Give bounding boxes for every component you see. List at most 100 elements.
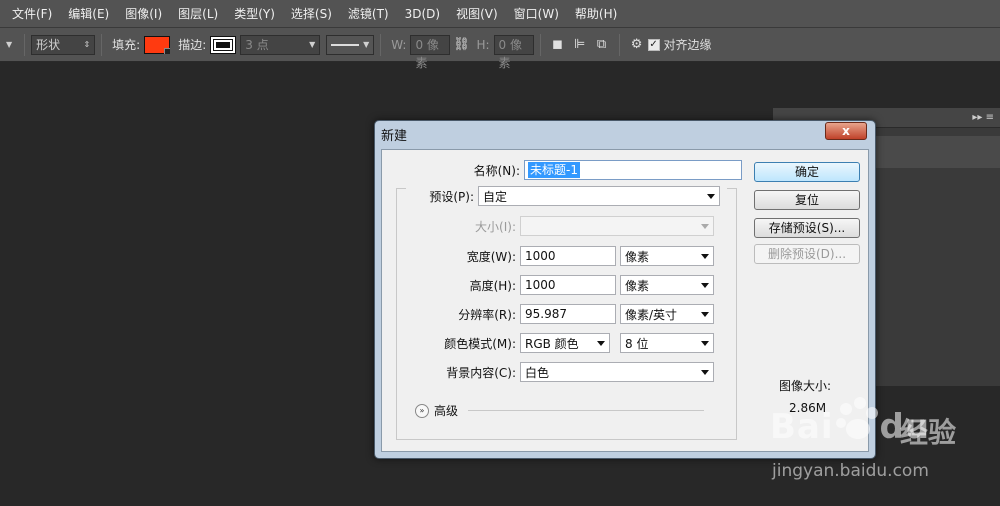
bit-depth-select[interactable]: 8 位 [620, 333, 714, 353]
height-input[interactable]: 1000 [520, 275, 616, 295]
width-input[interactable]: 1000 [520, 246, 616, 266]
height-label: 高度(H): [469, 278, 516, 293]
color-mode-label: 颜色模式(M): [444, 336, 516, 351]
width-value: 0 像素 [415, 37, 439, 70]
gear-icon[interactable]: ⚙ [626, 34, 648, 56]
dialog-title: 新建 [381, 129, 408, 144]
separator [380, 33, 382, 56]
chevron-down-icon [597, 340, 605, 346]
chevron-down-icon [701, 340, 709, 346]
width-label: 宽度(W): [466, 249, 516, 264]
preset-label: 预设(P): [429, 189, 474, 204]
height-input[interactable]: 0 像素 [493, 34, 534, 70]
preset-select[interactable]: 自定 [478, 186, 720, 206]
resolution-unit-select[interactable]: 像素/英寸 [620, 304, 714, 324]
fill-swatch[interactable] [144, 35, 171, 54]
updown-icon: ⇕ [83, 40, 91, 49]
collapse-panel-icon[interactable]: ▸▸ ≡ [972, 112, 994, 123]
menu-image[interactable]: 图像(I) [117, 0, 170, 28]
chevron-down-icon: ▼ [363, 40, 370, 49]
paw-icon [836, 397, 878, 439]
baidu-watermark: Bai du 经验 jingyan.baidu.com [770, 395, 1000, 506]
height-value: 0 像素 [498, 37, 522, 70]
chevron-down-icon [701, 282, 709, 288]
size-label: 大小(I): [475, 219, 516, 234]
delete-preset-button: 删除预设(D)... [754, 244, 860, 264]
height-row: 高度(H): 1000 像素 [382, 275, 714, 295]
menu-view[interactable]: 视图(V) [448, 0, 506, 28]
path-arrangement-icon[interactable]: ⧉ [591, 34, 613, 56]
chevron-down-icon: ▼ [309, 40, 316, 49]
name-input[interactable]: 未标题-1 [524, 160, 742, 180]
width-input[interactable]: 0 像素 [410, 34, 451, 70]
watermark-url: jingyan.baidu.com [772, 461, 929, 481]
link-icon[interactable]: ⛓ [450, 34, 472, 56]
delete-preset-label: 删除预设(D)... [767, 247, 847, 261]
name-row: 名称(N): 未标题-1 [382, 160, 742, 180]
stroke-size-dropdown[interactable]: 3 点 ▼ [240, 34, 321, 55]
resolution-value: 95.987 [525, 307, 567, 321]
resolution-input[interactable]: 95.987 [520, 304, 616, 324]
menu-type[interactable]: 类型(Y) [226, 0, 283, 28]
mode-value: 形状 [36, 38, 61, 52]
background-row: 背景内容(C): 白色 [382, 362, 714, 382]
align-edges-label: 对齐边缘 [663, 38, 712, 52]
height-unit-select[interactable]: 像素 [620, 275, 714, 295]
ok-button[interactable]: 确定 [754, 162, 860, 182]
menu-help[interactable]: 帮助(H) [567, 0, 625, 28]
stroke-preview-icon [213, 38, 234, 51]
path-alignment-icon[interactable]: ⊫ [569, 34, 591, 56]
name-value: 未标题-1 [528, 162, 580, 178]
color-mode-select[interactable]: RGB 颜色 [520, 333, 610, 353]
color-mode-value: RGB 颜色 [525, 336, 579, 351]
background-label: 背景内容(C): [446, 365, 516, 380]
stroke-swatch[interactable] [210, 35, 237, 54]
close-button[interactable]: x [825, 122, 867, 140]
preset-row: 预设(P): 自定 [382, 186, 720, 206]
menu-window[interactable]: 窗口(W) [506, 0, 567, 28]
align-edges-checkbox[interactable]: ✓ [647, 38, 660, 51]
menu-select[interactable]: 选择(S) [283, 0, 340, 28]
fill-label: 填充: [112, 38, 141, 52]
advanced-toggle[interactable]: » 高级 [415, 402, 458, 419]
preset-value: 自定 [483, 189, 508, 204]
menu-filter[interactable]: 滤镜(T) [340, 0, 397, 28]
height-label: H: [476, 37, 490, 52]
stroke-size-value: 3 点 [245, 38, 269, 52]
menu-edit[interactable]: 编辑(E) [60, 0, 117, 28]
close-icon: x [842, 124, 850, 138]
chevron-down-icon [701, 311, 709, 317]
background-value: 白色 [525, 365, 550, 380]
chevron-down-icon [701, 253, 709, 259]
background-select[interactable]: 白色 [520, 362, 714, 382]
save-preset-button[interactable]: 存储预设(S)... [754, 218, 860, 238]
swatch-corner-icon [164, 47, 171, 54]
menu-3d[interactable]: 3D(D) [397, 0, 448, 28]
chevron-down-icon [707, 193, 715, 199]
width-value: 1000 [525, 249, 556, 263]
reset-label: 复位 [794, 193, 819, 207]
options-bar: ▼ 形状 ⇕ 填充: 描边: 3 点 ▼ ▼ W: 0 像素 ⛓ H: 0 像素… [0, 28, 1000, 70]
chevron-down-icon [701, 223, 709, 229]
watermark-cn: 经验 [900, 416, 957, 449]
expand-double-chevron-icon: » [415, 403, 429, 418]
separator [539, 33, 541, 56]
advanced-label: 高级 [434, 404, 459, 418]
resolution-label: 分辨率(R): [458, 307, 516, 322]
color-mode-row: 颜色模式(M): RGB 颜色 8 位 [382, 333, 714, 353]
image-size-label: 图像大小: [779, 379, 832, 393]
chevron-down-icon [701, 369, 709, 375]
size-select [520, 216, 714, 236]
mode-dropdown[interactable]: 形状 ⇕ [31, 34, 96, 55]
reset-button[interactable]: 复位 [754, 190, 860, 210]
menu-file[interactable]: 文件(F) [4, 0, 60, 28]
separator [101, 33, 103, 56]
tool-preset-caret-icon[interactable]: ▼ [6, 40, 12, 49]
resolution-unit-value: 像素/英寸 [625, 307, 678, 322]
menu-layer[interactable]: 图层(L) [170, 0, 226, 28]
width-unit-select[interactable]: 像素 [620, 246, 714, 266]
path-operations-icon[interactable]: ◼ [547, 34, 569, 56]
stroke-type-dropdown[interactable]: ▼ [326, 34, 375, 55]
width-label: W: [391, 37, 407, 52]
ok-label: 确定 [794, 165, 819, 179]
